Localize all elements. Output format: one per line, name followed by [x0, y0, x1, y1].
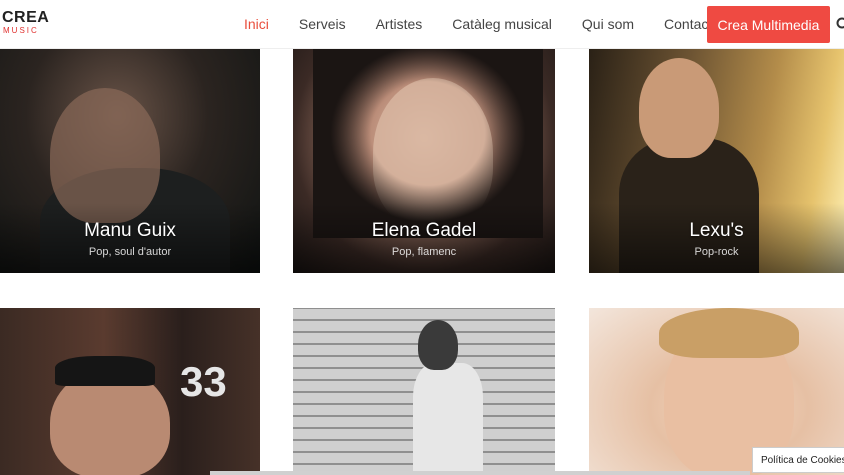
artist-name: Lexu's — [689, 220, 744, 241]
main-nav: Inici Serveis Artistes Catàleg musical Q… — [244, 0, 750, 48]
artist-card-5[interactable] — [293, 308, 555, 475]
header: CREA MUSIC Inici Serveis Artistes Catàle… — [0, 0, 844, 49]
artist-photo — [413, 363, 483, 475]
nav-item-serveis[interactable]: Serveis — [299, 16, 346, 32]
artist-photo-face — [639, 58, 719, 158]
nav-item-inici[interactable]: Inici — [244, 16, 269, 32]
search-icon[interactable] — [836, 17, 844, 31]
artist-card-manu-guix[interactable]: Manu Guix Pop, soul d'autor — [0, 48, 260, 273]
cookie-policy-link[interactable]: Política de Cookies — [752, 447, 844, 473]
artist-genre: Pop, flamenc — [391, 246, 457, 258]
page: CREA MUSIC Inici Serveis Artistes Catàle… — [0, 0, 844, 475]
artist-photo-hat — [55, 356, 155, 386]
artist-genre: Pop-rock — [694, 246, 739, 258]
nav-item-cataleg[interactable]: Catàleg musical — [452, 16, 552, 32]
artist-name: Elena Gadel — [371, 220, 477, 241]
artist-photo-hair — [659, 308, 799, 358]
artist-name: Manu Guix — [84, 220, 176, 241]
photo-number-sign: 33 — [180, 358, 227, 405]
nav-item-artistes[interactable]: Artistes — [376, 16, 423, 32]
logo-subtitle: MUSIC — [3, 26, 39, 35]
artist-genre: Pop, soul d'autor — [88, 246, 172, 258]
artist-card-4[interactable]: 33 — [0, 308, 260, 475]
logo[interactable]: CREA MUSIC — [2, 9, 50, 36]
artist-card-elena-gadel[interactable]: Elena Gadel Pop, flamenc — [293, 48, 555, 273]
logo-wordmark: CREA — [2, 9, 50, 26]
scroll-indicator — [210, 471, 750, 475]
crea-multimedia-button[interactable]: Crea Multimedia — [707, 6, 830, 43]
artist-card-lexus[interactable]: Lexu's Pop-rock — [589, 48, 844, 273]
nav-item-qui-som[interactable]: Qui som — [582, 16, 634, 32]
artist-photo-face — [418, 320, 458, 370]
